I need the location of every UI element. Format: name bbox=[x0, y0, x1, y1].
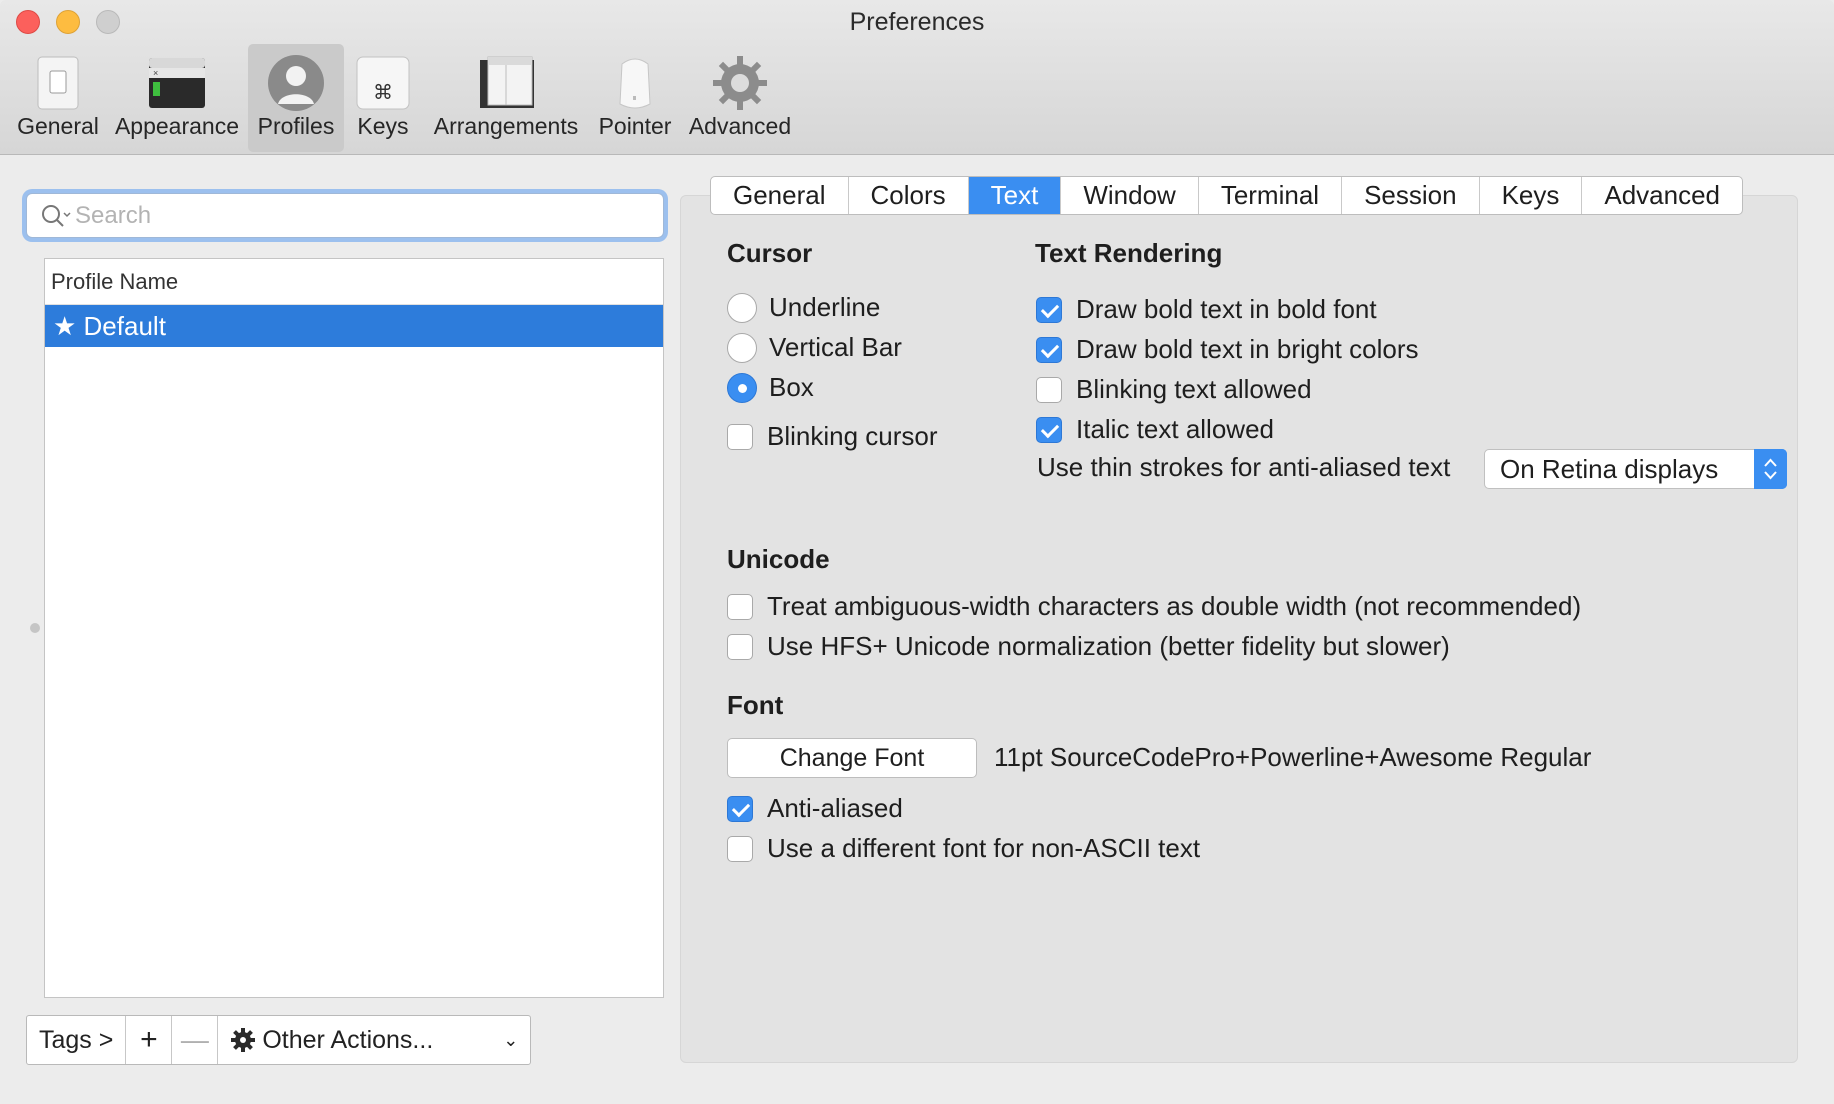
current-font-label: 11pt SourceCodePro+Powerline+Awesome Reg… bbox=[994, 742, 1592, 772]
tab-general[interactable]: General bbox=[711, 177, 849, 214]
gear-icon bbox=[713, 56, 767, 110]
thin-strokes-value: On Retina displays bbox=[1500, 454, 1719, 484]
tab-window[interactable]: Window bbox=[1061, 177, 1199, 214]
toolbar-profiles[interactable]: Profiles bbox=[248, 44, 344, 152]
checkbox-blinking-text[interactable] bbox=[1036, 376, 1062, 403]
toolbar-pointer[interactable]: Pointer bbox=[590, 44, 680, 152]
blinking-text-option[interactable]: Blinking text allowed bbox=[1036, 374, 1312, 405]
font-section-title: Font bbox=[727, 690, 784, 720]
remove-profile-button[interactable]: — bbox=[172, 1016, 219, 1064]
other-actions-menu[interactable]: Other Actions... ⌄ bbox=[218, 1016, 530, 1064]
option-label: Box bbox=[769, 372, 814, 402]
toolbar-general[interactable]: General bbox=[8, 44, 108, 152]
search-icon bbox=[42, 205, 71, 227]
checkbox-blinking-cursor[interactable] bbox=[727, 423, 753, 450]
checkbox-bright-colors[interactable] bbox=[1036, 336, 1062, 363]
tab-terminal[interactable]: Terminal bbox=[1199, 177, 1343, 214]
option-label: Blinking cursor bbox=[767, 421, 938, 451]
checkbox-bold-font[interactable] bbox=[1036, 296, 1062, 323]
option-label: Treat ambiguous-width characters as doub… bbox=[767, 591, 1582, 621]
blinking-cursor-option[interactable]: Blinking cursor bbox=[727, 421, 938, 452]
bold-font-option[interactable]: Draw bold text in bold font bbox=[1036, 294, 1377, 325]
unicode-section-title: Unicode bbox=[727, 544, 830, 574]
option-label: Italic text allowed bbox=[1076, 414, 1274, 444]
svg-text:×: × bbox=[153, 68, 158, 78]
option-label: Use HFS+ Unicode normalization (better f… bbox=[767, 631, 1450, 661]
anti-aliased-option[interactable]: Anti-aliased bbox=[727, 793, 903, 824]
terminal-window-icon: × bbox=[149, 58, 205, 108]
cursor-box-option[interactable]: Box bbox=[727, 372, 814, 403]
option-label: Draw bold text in bold font bbox=[1076, 294, 1377, 324]
toolbar: Preferences General × Appearance Profile… bbox=[0, 0, 1834, 155]
checkbox-ambiguous-width[interactable] bbox=[727, 593, 753, 620]
checkbox-italic-text[interactable] bbox=[1036, 416, 1062, 443]
toolbar-arrangements[interactable]: Arrangements bbox=[428, 44, 584, 152]
toolbar-appearance[interactable]: × Appearance bbox=[112, 44, 242, 152]
cursor-section-title: Cursor bbox=[727, 238, 813, 268]
profile-row-default[interactable]: ★ Default bbox=[45, 305, 663, 347]
tab-text[interactable]: Text bbox=[968, 177, 1062, 214]
profile-settings-panel bbox=[680, 195, 1798, 1063]
tab-keys[interactable]: Keys bbox=[1480, 177, 1583, 214]
updown-arrows-icon bbox=[1754, 449, 1787, 489]
option-label: Blinking text allowed bbox=[1076, 374, 1312, 404]
window-title: Preferences bbox=[849, 8, 985, 36]
profile-list: Profile Name ★ Default bbox=[44, 258, 664, 998]
cursor-underline-option[interactable]: Underline bbox=[727, 292, 880, 323]
profile-actions-bar: Tags > + — Other Actions... ⌄ bbox=[26, 1015, 532, 1065]
preferences-window: Preferences General × Appearance Profile… bbox=[0, 0, 1834, 1104]
split-view-handle[interactable] bbox=[30, 623, 40, 633]
toolbar-keys[interactable]: ⌘ Keys bbox=[350, 44, 416, 152]
text-rendering-section-title: Text Rendering bbox=[1035, 238, 1223, 268]
radio-underline[interactable] bbox=[727, 292, 757, 323]
radio-vertical-bar[interactable] bbox=[727, 332, 757, 363]
profile-search[interactable] bbox=[26, 193, 664, 238]
thin-strokes-select[interactable]: On Retina displays bbox=[1484, 449, 1787, 489]
tab-session[interactable]: Session bbox=[1342, 177, 1480, 214]
profile-tabs: General Colors Text Window Terminal Sess… bbox=[710, 176, 1744, 215]
tab-advanced[interactable]: Advanced bbox=[1582, 177, 1742, 214]
ambiguous-width-option[interactable]: Treat ambiguous-width characters as doub… bbox=[727, 591, 1581, 622]
option-label: Vertical Bar bbox=[769, 332, 902, 362]
user-silhouette-icon bbox=[268, 55, 324, 111]
mouse-icon bbox=[619, 58, 651, 109]
add-profile-button[interactable]: + bbox=[126, 1016, 173, 1064]
option-label: Use a different font for non-ASCII text bbox=[767, 833, 1201, 863]
checkbox-hfs-normalization[interactable] bbox=[727, 633, 753, 660]
non-ascii-font-option[interactable]: Use a different font for non-ASCII text bbox=[727, 833, 1200, 864]
option-label: Draw bold text in bright colors bbox=[1076, 334, 1419, 364]
profile-name-column-header[interactable]: Profile Name bbox=[45, 259, 663, 305]
chevron-down-icon: ⌄ bbox=[503, 1030, 519, 1050]
tab-colors[interactable]: Colors bbox=[849, 177, 969, 214]
general-switch-icon bbox=[37, 56, 79, 110]
gear-icon bbox=[231, 1028, 256, 1052]
change-font-button[interactable]: Change Font bbox=[727, 738, 977, 778]
toolbar-advanced[interactable]: Advanced bbox=[688, 44, 792, 152]
radio-box[interactable] bbox=[727, 372, 757, 403]
checkbox-non-ascii-font[interactable] bbox=[727, 835, 753, 862]
other-actions-label: Other Actions... bbox=[262, 1026, 434, 1054]
option-label: Underline bbox=[769, 292, 881, 322]
option-label: Anti-aliased bbox=[767, 793, 903, 823]
hfs-normalization-option[interactable]: Use HFS+ Unicode normalization (better f… bbox=[727, 631, 1450, 662]
italic-text-option[interactable]: Italic text allowed bbox=[1036, 414, 1274, 445]
cursor-vertical-bar-option[interactable]: Vertical Bar bbox=[727, 332, 902, 363]
tags-button[interactable]: Tags > bbox=[27, 1016, 127, 1064]
bright-colors-option[interactable]: Draw bold text in bright colors bbox=[1036, 334, 1418, 365]
svg-text:⌘: ⌘ bbox=[373, 80, 393, 104]
search-input[interactable] bbox=[75, 202, 635, 230]
checkbox-anti-aliased[interactable] bbox=[727, 795, 753, 822]
command-key-icon: ⌘ bbox=[356, 56, 410, 110]
thin-strokes-label: Use thin strokes for anti-aliased text bbox=[1037, 452, 1451, 482]
window-stack-icon bbox=[480, 56, 534, 108]
